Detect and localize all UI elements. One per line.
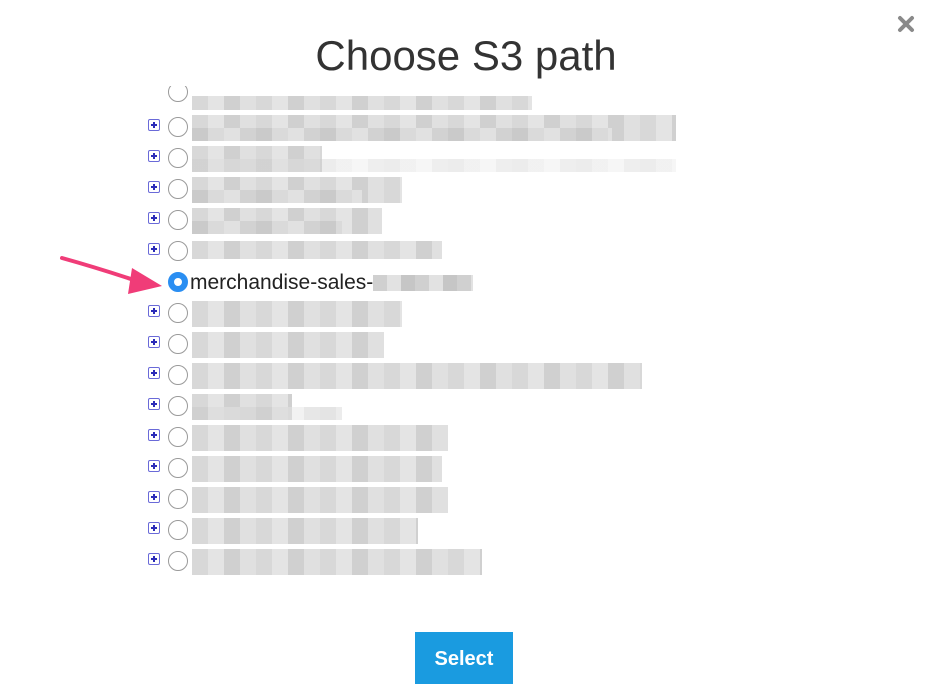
expand-icon[interactable]	[148, 336, 160, 348]
redacted-label	[192, 456, 442, 482]
radio-button[interactable]	[168, 458, 188, 478]
radio-button[interactable]	[168, 241, 188, 261]
tree-row	[146, 239, 706, 265]
expand-icon[interactable]	[148, 150, 160, 162]
expand-icon[interactable]	[148, 181, 160, 193]
tree-row	[146, 177, 706, 203]
expand-icon[interactable]	[148, 491, 160, 503]
tree-row	[146, 115, 706, 141]
expand-icon[interactable]	[148, 460, 160, 472]
expand-icon[interactable]	[148, 398, 160, 410]
radio-button[interactable]	[168, 210, 188, 230]
tree-row	[146, 549, 706, 575]
redacted-label	[192, 549, 482, 575]
expand-icon[interactable]	[148, 553, 160, 565]
tree-row	[146, 518, 706, 544]
redacted-label	[373, 275, 474, 292]
expand-icon[interactable]	[148, 367, 160, 379]
radio-button[interactable]	[168, 334, 188, 354]
expand-icon[interactable]	[148, 429, 160, 441]
redacted-label-shade	[192, 159, 676, 172]
pointer-arrow-icon	[60, 256, 162, 294]
radio-button[interactable]	[168, 396, 188, 416]
redacted-label	[192, 363, 642, 389]
tree-row-partial	[168, 86, 188, 104]
radio-button[interactable]	[168, 86, 188, 102]
tree-row	[146, 487, 706, 513]
redacted-label-shade	[192, 407, 342, 420]
redacted-label-shade	[192, 128, 612, 141]
redacted-label	[192, 425, 448, 451]
radio-button[interactable]	[168, 365, 188, 385]
radio-button[interactable]	[168, 117, 188, 137]
tree-row	[146, 363, 706, 389]
redacted-label	[192, 301, 402, 327]
redacted-label	[192, 241, 442, 259]
tree-row	[146, 208, 706, 234]
tree-row	[146, 146, 706, 172]
redacted-label-shade	[192, 190, 362, 203]
redacted-label	[192, 332, 384, 358]
redacted-label-shade	[192, 221, 342, 234]
radio-button[interactable]	[168, 148, 188, 168]
tree-row	[146, 301, 706, 327]
redacted-label	[192, 518, 418, 544]
tree-row	[146, 456, 706, 482]
selected-path-label: merchandise-sales-	[190, 271, 474, 295]
expand-icon[interactable]	[148, 119, 160, 131]
selected-path-text: merchandise-sales-	[190, 271, 374, 294]
radio-button-selected[interactable]	[168, 272, 188, 292]
tree-row-selected: merchandise-sales-	[146, 270, 706, 296]
redacted-label	[192, 96, 532, 110]
tree-row	[146, 425, 706, 451]
radio-button[interactable]	[168, 427, 188, 447]
radio-button[interactable]	[168, 551, 188, 571]
expand-icon[interactable]	[148, 305, 160, 317]
radio-button[interactable]	[168, 179, 188, 199]
s3-path-tree: merchandise-sales-	[0, 0, 932, 600]
tree-row	[146, 394, 706, 420]
expand-icon[interactable]	[148, 522, 160, 534]
redacted-label	[192, 487, 448, 513]
select-button[interactable]: Select	[415, 632, 513, 684]
expand-icon[interactable]	[148, 212, 160, 224]
radio-button[interactable]	[168, 303, 188, 323]
radio-button[interactable]	[168, 489, 188, 509]
radio-button[interactable]	[168, 520, 188, 540]
tree-row	[146, 332, 706, 358]
